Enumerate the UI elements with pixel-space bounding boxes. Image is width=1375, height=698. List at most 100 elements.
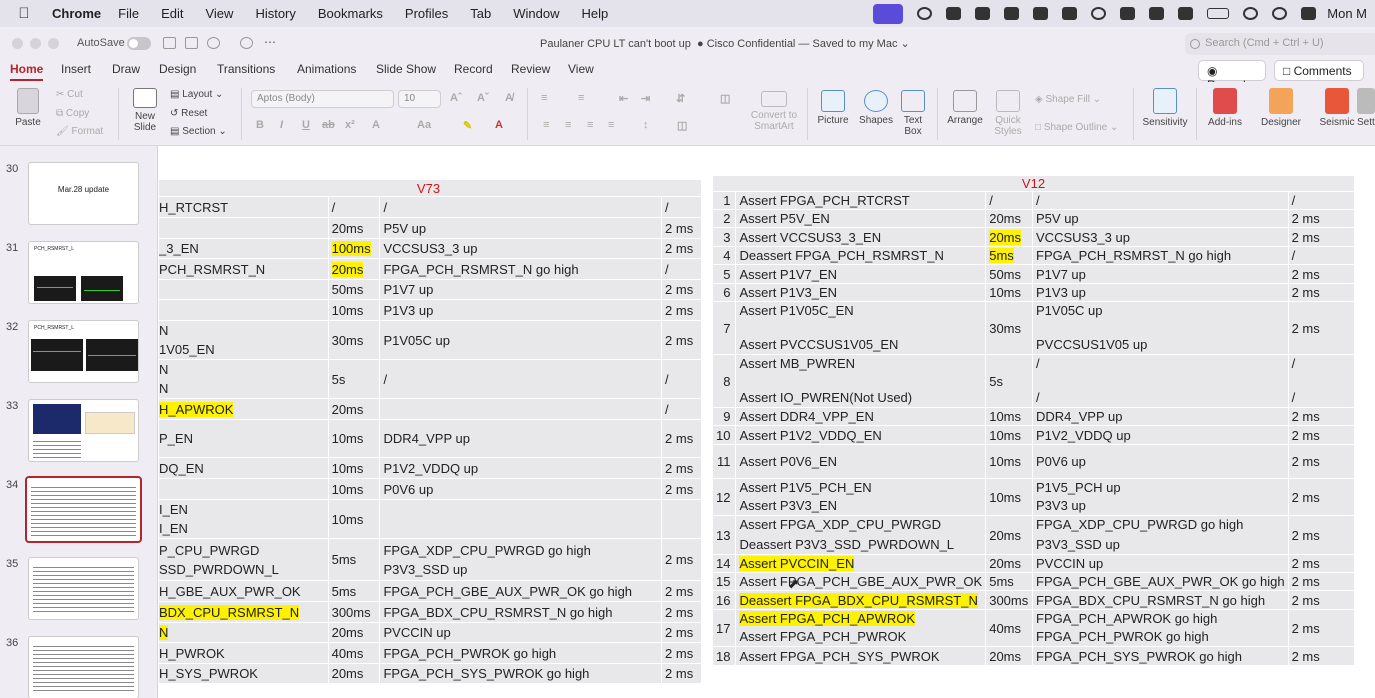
slide-thumbnail[interactable] — [28, 557, 139, 620]
text-effects-icon[interactable]: A — [372, 119, 380, 131]
bullets-icon[interactable]: ≡ — [541, 92, 547, 104]
paste-button[interactable]: Paste — [10, 88, 46, 128]
slide-thumbnail[interactable]: Mar.28 update — [28, 162, 139, 225]
italic-icon[interactable]: I — [280, 119, 283, 131]
cloud-icon[interactable] — [1004, 7, 1020, 20]
menu-view[interactable]: View — [194, 6, 244, 21]
shape-fill-button[interactable]: ◈ Shape Fill ⌄ — [1035, 94, 1101, 105]
slide-canvas[interactable]: V73 H_RTCRST / //20ms P5V up 2 ms _3_EN 100ms V… — [159, 146, 1375, 698]
tag-icon[interactable] — [1033, 7, 1049, 20]
menu-tab[interactable]: Tab — [459, 6, 502, 21]
decrease-indent-icon[interactable]: ⇤ — [619, 92, 628, 105]
battery-icon[interactable] — [1207, 8, 1230, 19]
slide-thumbnail[interactable]: PCH_RSMRST_L — [28, 241, 139, 304]
mute-icon[interactable] — [1149, 7, 1165, 20]
increase-font-icon[interactable]: Aˆ — [450, 92, 462, 104]
yd-icon[interactable] — [1062, 7, 1078, 20]
menu-file[interactable]: File — [107, 6, 150, 21]
quick-styles-button[interactable]: Quick Styles — [990, 90, 1026, 137]
tab-record[interactable]: Record — [454, 62, 493, 76]
wifi-icon[interactable] — [1243, 7, 1259, 20]
convert-smartart-button[interactable]: Convert to SmartArt — [746, 91, 802, 132]
maximize-window-icon[interactable] — [48, 38, 59, 49]
designer-button[interactable]: Designer — [1259, 88, 1303, 128]
sync-icon[interactable] — [917, 7, 933, 20]
tab-transitions[interactable]: Transitions — [217, 62, 275, 76]
tab-draw[interactable]: Draw — [112, 62, 140, 76]
shapes-button[interactable]: Shapes — [858, 90, 894, 126]
decrease-font-icon[interactable]: Aˇ — [477, 92, 489, 104]
tab-review[interactable]: Review — [511, 62, 550, 76]
comments-button[interactable]: □ Comments — [1274, 60, 1364, 81]
home-icon[interactable] — [163, 37, 176, 49]
picture-button[interactable]: Picture — [815, 90, 851, 126]
arrange-button[interactable]: Arrange — [946, 90, 984, 126]
font-color-icon[interactable]: A — [495, 119, 503, 131]
flag-icon[interactable] — [975, 7, 991, 20]
align-center-icon[interactable]: ≡ — [565, 119, 571, 131]
control-center-icon[interactable] — [1301, 7, 1317, 20]
pen-icon[interactable] — [1120, 7, 1136, 20]
tab-insert[interactable]: Insert — [61, 62, 91, 76]
app-icon[interactable] — [946, 7, 962, 20]
tab-home[interactable]: Home — [10, 62, 44, 81]
font-name-select[interactable]: Aptos (Body) — [251, 90, 394, 108]
section-button[interactable]: ▤ Section ⌄ — [170, 126, 227, 137]
save-icon[interactable] — [185, 37, 198, 49]
text-direction-icon[interactable]: ↕ — [643, 119, 649, 131]
settings-button[interactable]: Setti — [1357, 88, 1375, 128]
slide-thumbnail-selected[interactable] — [25, 476, 142, 543]
minimize-window-icon[interactable] — [30, 38, 41, 49]
screen-share-icon[interactable] — [873, 3, 904, 24]
menu-window[interactable]: Window — [502, 6, 570, 21]
align-text-icon[interactable]: ◫ — [677, 119, 687, 132]
subscript-icon[interactable]: x² — [345, 119, 355, 131]
cut-button[interactable]: ✂ Cut — [56, 89, 83, 100]
justify-icon[interactable]: ≡ — [608, 119, 614, 131]
more-icon[interactable]: ⋯ — [264, 35, 276, 49]
menu-profiles[interactable]: Profiles — [394, 6, 459, 21]
reset-button[interactable]: ↺ Reset — [170, 108, 207, 119]
increase-indent-icon[interactable]: ⇥ — [641, 92, 650, 105]
spotlight-icon[interactable] — [1272, 7, 1288, 20]
seismic-button[interactable]: Seismic — [1318, 88, 1356, 128]
v73-table[interactable]: V73 H_RTCRST / / / 20ms P5V up 2 ms _3_EN 100ms V… — [159, 179, 702, 684]
bold-icon[interactable]: B — [256, 119, 264, 131]
numbering-icon[interactable]: ≡ — [578, 92, 584, 104]
add-ins-button[interactable]: Add-ins — [1205, 88, 1245, 128]
columns-icon[interactable]: ◫ — [720, 92, 730, 105]
line-spacing-icon[interactable]: ⇵ — [676, 92, 685, 105]
shape-outline-button[interactable]: □ Shape Outline ⌄ — [1035, 122, 1118, 133]
menu-history[interactable]: History — [244, 6, 306, 21]
clear-format-icon[interactable]: A̸ — [505, 92, 513, 104]
align-right-icon[interactable]: ≡ — [587, 119, 593, 131]
tab-slide-show[interactable]: Slide Show — [376, 62, 436, 76]
tab-view[interactable]: View — [568, 62, 594, 76]
slide-thumbnail[interactable] — [28, 399, 139, 462]
tab-design[interactable]: Design — [159, 62, 196, 76]
text-box-button[interactable]: Text Box — [898, 90, 928, 137]
strikethrough-icon[interactable]: ab — [322, 119, 335, 131]
format-painter-button[interactable]: 🖌 Format — [56, 126, 103, 137]
slide-thumbnail[interactable]: PCH_RSMRST_L — [28, 320, 139, 383]
close-window-icon[interactable] — [12, 38, 23, 49]
new-slide-button[interactable]: New Slide — [128, 88, 162, 133]
app-name[interactable]: Chrome — [52, 6, 101, 21]
menu-edit[interactable]: Edit — [150, 6, 194, 21]
clock[interactable]: Mon M — [1327, 6, 1367, 21]
play-icon[interactable] — [1091, 7, 1107, 20]
change-case-icon[interactable]: Aa — [417, 119, 431, 131]
menu-help[interactable]: Help — [571, 6, 620, 21]
slide-thumbnail[interactable] — [28, 636, 139, 698]
font-size-select[interactable]: 10 — [398, 90, 441, 108]
underline-icon[interactable]: U — [302, 119, 310, 131]
search-input[interactable]: Search (Cmd + Ctrl + U) — [1185, 33, 1375, 55]
clipboard-icon[interactable] — [1178, 7, 1194, 20]
copy-button[interactable]: ⧉ Copy — [56, 108, 89, 119]
v12-table[interactable]: V12 1 Assert FPGA_PCH_RTCRST / //2 Assert P5… — [711, 175, 1356, 666]
tab-animations[interactable]: Animations — [297, 62, 356, 76]
undo-icon[interactable] — [207, 37, 220, 49]
menu-bookmarks[interactable]: Bookmarks — [307, 6, 394, 21]
redo-icon[interactable] — [240, 37, 253, 49]
autosave-toggle[interactable] — [127, 37, 151, 50]
